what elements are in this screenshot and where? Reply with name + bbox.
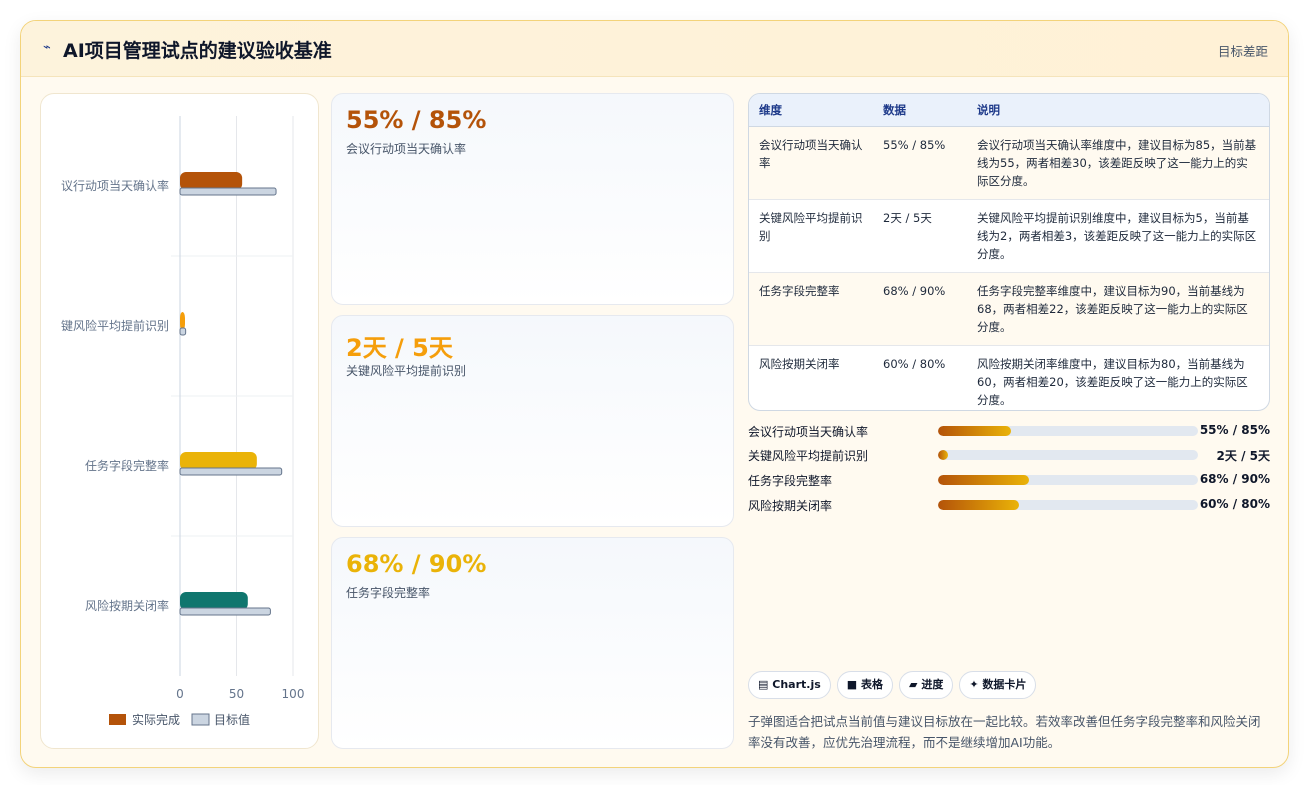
legend-swatch-target xyxy=(191,713,210,726)
chip-label: 表格 xyxy=(861,678,884,691)
metric-value: 68% / 90% xyxy=(346,550,487,578)
x-tick-label: 50 xyxy=(229,687,244,701)
cell-data: 55% / 85% xyxy=(873,126,967,200)
chip-table[interactable]: ■ 表格 xyxy=(836,671,894,699)
chart-icon: ▤ xyxy=(758,678,769,691)
metric-label: 会议行动项当天确认率 xyxy=(346,142,467,156)
cell-dimension: 关键风险平均提前识别 xyxy=(749,199,873,273)
metric-label: 任务字段完整率 xyxy=(346,586,431,600)
summary-note: 子弹图适合把试点当前值与建议目标放在一起比较。若效率改善但任务字段完整率和风险关… xyxy=(748,714,1261,750)
target-bar xyxy=(179,327,187,336)
table-header-row: 维度 数据 说明 xyxy=(749,94,1269,127)
progress-value: 68% / 90% xyxy=(1199,472,1270,486)
category-label: 键风险平均提前识别 xyxy=(61,318,169,333)
column-header: 维度 xyxy=(749,94,873,127)
cell-data: 2天 / 5天 xyxy=(873,199,967,273)
dashboard-panel: ⌁ AI项目管理试点的建议验收基准 目标差距 议行动项当天确认率 键风险平均提前识… xyxy=(20,20,1289,768)
chip-label: 进度 xyxy=(921,678,944,691)
progress-fill xyxy=(938,450,949,460)
cell-note: 关键风险平均提前识别维度中，建议目标为5，当前基线为2，两者相差3，该差距反映了… xyxy=(967,199,1269,273)
chip-label: Chart.js xyxy=(772,678,821,691)
cell-dimension: 任务字段完整率 xyxy=(749,272,873,346)
cell-data: 68% / 90% xyxy=(873,272,967,346)
cell-note: 任务字段完整率维度中，建议目标为90，当前基线为68，两者相差22，该差距反映了… xyxy=(967,272,1269,346)
metric-value: 55% / 85% xyxy=(346,106,487,134)
chip-data-cards[interactable]: ✦ 数据卡片 xyxy=(959,671,1037,699)
progress-track xyxy=(938,426,1198,436)
progress-fill xyxy=(938,475,1029,485)
actual-bar xyxy=(180,172,243,190)
progress-label: 会议行动项当天确认率 xyxy=(748,425,869,439)
actual-bar xyxy=(180,592,248,610)
table-row: 风险按期关闭率 60% / 80% 风险按期关闭率维度中，建议目标为80，当前基… xyxy=(749,345,1269,410)
cell-data: 60% / 80% xyxy=(883,356,946,371)
progress-track xyxy=(938,500,1198,510)
column-header: 数据 xyxy=(873,94,967,127)
progress-row: 风险按期关闭率 60% / 80% xyxy=(748,495,1270,515)
target-bar xyxy=(179,607,271,616)
actual-bar xyxy=(180,312,185,330)
progress-row: 会议行动项当天确认率 55% / 85% xyxy=(748,421,1270,441)
header-subtitle: 目标差距 xyxy=(1217,44,1268,59)
table-icon: ■ xyxy=(846,678,858,691)
x-tick-label: 100 xyxy=(282,687,305,701)
card-icon: ✦ xyxy=(969,678,979,691)
progress-fill xyxy=(938,426,1011,436)
metric-card: 55% / 85% 会议行动项当天确认率 xyxy=(331,93,734,305)
x-tick-label: 0 xyxy=(176,687,184,701)
metric-label: 关键风险平均提前识别 xyxy=(346,364,467,378)
table-row: 会议行动项当天确认率 55% / 85% 会议行动项当天确认率维度中，建议目标为… xyxy=(749,126,1269,200)
cell-dimension: 风险按期关闭率 xyxy=(759,356,840,371)
progress-track xyxy=(938,450,1198,460)
table-row: 任务字段完整率 68% / 90% 任务字段完整率维度中，建议目标为90，当前基… xyxy=(749,272,1269,346)
category-label: 风险按期关闭率 xyxy=(85,598,169,613)
category-label: 议行动项当天确认率 xyxy=(61,178,169,193)
table-row: 关键风险平均提前识别 2天 / 5天 关键风险平均提前识别维度中，建议目标为5，… xyxy=(749,199,1269,273)
metric-card: 2天 / 5天 关键风险平均提前识别 xyxy=(331,315,734,527)
target-bar xyxy=(179,187,277,196)
progress-label: 关键风险平均提前识别 xyxy=(748,449,869,463)
progress-value: 2天 / 5天 xyxy=(1216,449,1270,463)
chip-label: 数据卡片 xyxy=(982,678,1027,691)
progress-track xyxy=(938,475,1198,485)
chip-chartjs[interactable]: ▤ Chart.js xyxy=(748,671,831,699)
progress-row: 任务字段完整率 68% / 90% xyxy=(748,470,1270,490)
progress-row: 关键风险平均提前识别 2天 / 5天 xyxy=(748,445,1270,465)
page-title: AI项目管理试点的建议验收基准 xyxy=(63,40,332,62)
actual-bar xyxy=(180,452,257,470)
legend-label-target: 目标值 xyxy=(214,712,250,727)
progress-value: 60% / 80% xyxy=(1199,497,1270,511)
metric-card: 68% / 90% 任务字段完整率 xyxy=(331,537,734,749)
metric-value: 2天 / 5天 xyxy=(346,334,453,362)
legend-swatch-actual xyxy=(109,714,126,725)
target-bar xyxy=(179,467,283,476)
category-label: 任务字段完整率 xyxy=(85,458,169,473)
chip-progress[interactable]: ▰ 进度 xyxy=(899,671,954,699)
progress-icon: ▰ xyxy=(909,678,918,691)
progress-label: 任务字段完整率 xyxy=(748,474,833,488)
sparkline-icon: ⌁ xyxy=(43,40,51,55)
bullet-chart: 议行动项当天确认率键风险平均提前识别任务字段完整率风险按期关闭率 0 50 100 实际… xyxy=(61,116,305,727)
column-header: 说明 xyxy=(967,94,1269,127)
cell-dimension: 会议行动项当天确认率 xyxy=(749,126,873,200)
progress-fill xyxy=(938,500,1019,510)
header: ⌁ AI项目管理试点的建议验收基准 目标差距 xyxy=(21,21,1288,77)
legend-label-actual: 实际完成 xyxy=(132,712,180,727)
feature-chips: ▤ Chart.js ■ 表格 ▰ 进度 ✦ 数据卡片 xyxy=(748,671,1042,699)
progress-label: 风险按期关闭率 xyxy=(748,499,833,513)
data-table: 维度 数据 说明 会议行动项当天确认率 55% / 85% 会议行动项当天确认率… xyxy=(748,93,1270,411)
cell-note: 会议行动项当天确认率维度中，建议目标为85，当前基线为55，两者相差30，该差距… xyxy=(967,126,1269,200)
cell-note: 风险按期关闭率维度中，建议目标为80，当前基线为60，两者相差20，该差距反映了… xyxy=(977,356,1248,407)
bullet-chart-card: 议行动项当天确认率 键风险平均提前识别任务字段完整率 风险按期关闭率 0 50 100 实际… xyxy=(40,93,319,749)
progress-value: 55% / 85% xyxy=(1199,423,1270,437)
